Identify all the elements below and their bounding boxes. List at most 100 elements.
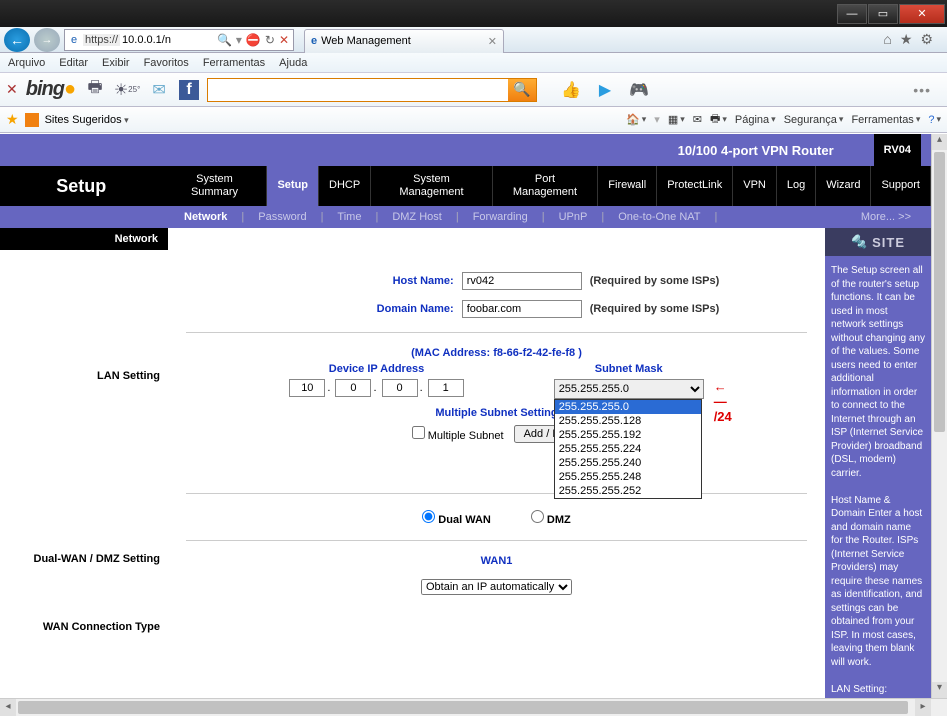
close-window-button[interactable]: ✕ <box>899 4 945 24</box>
address-bar[interactable]: e https:// 🔍 ▾ ⛔ ↻ ✕ <box>64 29 294 51</box>
nav-system-management[interactable]: System Management <box>371 166 493 206</box>
menu-ferramentas[interactable]: Ferramentas <box>203 57 265 69</box>
bing-search-input[interactable] <box>208 79 508 101</box>
scroll-up-button[interactable]: ▴ <box>932 134 947 150</box>
favorites-star-icon[interactable]: ★ <box>6 111 19 128</box>
domain-input[interactable] <box>462 300 582 318</box>
tab-web-management[interactable]: e Web Management ✕ <box>304 29 504 53</box>
horizontal-scrollbar[interactable]: ◂ ▸ <box>0 698 947 716</box>
suggested-sites-icon <box>25 113 39 127</box>
sitemap-header[interactable]: 🔩SITE <box>825 228 931 256</box>
refresh-icon[interactable]: ↻ <box>265 33 275 47</box>
favorites-icon[interactable]: ★ <box>900 31 913 48</box>
hostname-input[interactable] <box>462 272 582 290</box>
section-lan-setting: LAN Setting <box>0 250 168 388</box>
dual-wan-radio[interactable] <box>422 510 435 523</box>
suggested-sites-button[interactable]: Sites Sugeridos <box>45 114 129 126</box>
menu-ajuda[interactable]: Ajuda <box>279 57 307 69</box>
wan1-connection-select[interactable]: Obtain an IP automatically <box>421 579 572 595</box>
page-button[interactable]: Página <box>735 114 776 126</box>
nav-setup[interactable]: Setup <box>267 166 319 206</box>
facebook-icon[interactable]: f <box>179 80 199 100</box>
multiple-subnet-checkbox-label[interactable]: Multiple Subnet <box>412 426 504 442</box>
ip-octet-4[interactable] <box>428 379 464 397</box>
nav-support[interactable]: Support <box>871 166 931 206</box>
nav-protectlink[interactable]: ProtectLink <box>657 166 733 206</box>
games-icon[interactable]: 🎮 <box>627 78 651 102</box>
toolbar-overflow-icon[interactable]: ••• <box>913 82 941 98</box>
toolbar-close-icon[interactable]: ✕ <box>6 81 18 98</box>
url-input[interactable] <box>120 34 213 46</box>
menu-favoritos[interactable]: Favoritos <box>144 57 189 69</box>
scroll-down-button[interactable]: ▾ <box>932 682 947 698</box>
mail-icon[interactable]: ✉ <box>147 78 171 102</box>
home-button[interactable]: 🏠 <box>626 113 646 126</box>
subnet-option[interactable]: 255.255.255.128 <box>555 414 701 428</box>
subnav-more[interactable]: More... >> <box>847 211 931 223</box>
subnet-option[interactable]: 255.255.255.0 <box>555 400 701 414</box>
subnav-network[interactable]: Network <box>170 211 241 223</box>
device-ip-column: Device IP Address . . . <box>289 363 463 399</box>
cert-error-icon[interactable]: ⛔ <box>246 33 261 47</box>
multiple-subnet-checkbox[interactable] <box>412 426 425 439</box>
subnet-option[interactable]: 255.255.255.248 <box>555 470 701 484</box>
wan-mode-radios: Dual WAN DMZ <box>186 510 807 526</box>
dual-wan-radio-label[interactable]: Dual WAN <box>422 510 491 526</box>
nav-log[interactable]: Log <box>777 166 816 206</box>
nav-firewall[interactable]: Firewall <box>598 166 657 206</box>
printer-icon[interactable]: 🖶 <box>83 78 107 102</box>
nav-port-management[interactable]: Port Management <box>493 166 599 206</box>
nav-wizard[interactable]: Wizard <box>816 166 871 206</box>
tools-icon[interactable]: ⚙ <box>920 31 933 48</box>
minimize-button[interactable]: — <box>837 4 867 24</box>
print-button[interactable]: 🖶 <box>710 110 727 129</box>
vertical-scrollbar[interactable]: ▴ ▾ <box>931 134 947 698</box>
subnav-forwarding[interactable]: Forwarding <box>459 211 542 223</box>
subnet-mask-select[interactable]: 255.255.255.0 <box>554 379 704 399</box>
tab-close-icon[interactable]: ✕ <box>488 35 497 48</box>
safety-button[interactable]: Segurança <box>784 114 844 126</box>
like-icon[interactable]: 👍 <box>559 78 583 102</box>
annotation-arrow: ←— /24 <box>714 379 732 424</box>
bing-logo[interactable]: bing● <box>26 78 75 101</box>
subnet-option[interactable]: 255.255.255.240 <box>555 456 701 470</box>
bing-search-button[interactable]: 🔍 <box>508 79 536 101</box>
tools-button[interactable]: Ferramentas <box>851 114 920 126</box>
subnet-option[interactable]: 255.255.255.192 <box>555 428 701 442</box>
back-button[interactable]: ← <box>4 28 30 52</box>
horizontal-scroll-thumb[interactable] <box>18 701 908 714</box>
nav-vpn[interactable]: VPN <box>733 166 777 206</box>
nav-dhcp[interactable]: DHCP <box>319 166 371 206</box>
dropdown-icon[interactable]: ▾ <box>236 33 242 47</box>
help-button[interactable]: ? <box>928 114 941 126</box>
subnav-upnp[interactable]: UPnP <box>545 211 602 223</box>
vertical-scroll-thumb[interactable] <box>934 152 945 432</box>
forward-button[interactable]: → <box>34 28 60 52</box>
video-icon[interactable]: ▶ <box>593 78 617 102</box>
subnav-one-to-one-nat[interactable]: One-to-One NAT <box>604 211 714 223</box>
weather-icon[interactable]: ☀25° <box>115 78 139 102</box>
feeds-button[interactable]: ▦ <box>668 113 685 126</box>
ip-octet-3[interactable] <box>382 379 418 397</box>
scroll-left-button[interactable]: ◂ <box>0 699 16 716</box>
subnav-password[interactable]: Password <box>244 211 320 223</box>
dmz-radio-label[interactable]: DMZ <box>531 510 571 526</box>
nav-system-summary[interactable]: System Summary <box>163 166 268 206</box>
read-mail-button[interactable]: ✉ <box>693 113 702 126</box>
menu-exibir[interactable]: Exibir <box>102 57 130 69</box>
subnav-time[interactable]: Time <box>323 211 375 223</box>
menu-editar[interactable]: Editar <box>59 57 88 69</box>
ip-section: Device IP Address . . . Subnet Mask 255 <box>186 363 807 399</box>
maximize-button[interactable]: ▭ <box>868 4 898 24</box>
subnav-dmz-host[interactable]: DMZ Host <box>378 211 456 223</box>
scroll-right-button[interactable]: ▸ <box>915 699 931 716</box>
subnet-option[interactable]: 255.255.255.224 <box>555 442 701 456</box>
subnet-option[interactable]: 255.255.255.252 <box>555 484 701 498</box>
stop-icon[interactable]: ✕ <box>279 33 289 47</box>
home-icon[interactable]: ⌂ <box>883 31 891 48</box>
menu-arquivo[interactable]: Arquivo <box>8 57 45 69</box>
search-icon[interactable]: 🔍 <box>217 33 232 47</box>
ip-octet-2[interactable] <box>335 379 371 397</box>
dmz-radio[interactable] <box>531 510 544 523</box>
ip-octet-1[interactable] <box>289 379 325 397</box>
